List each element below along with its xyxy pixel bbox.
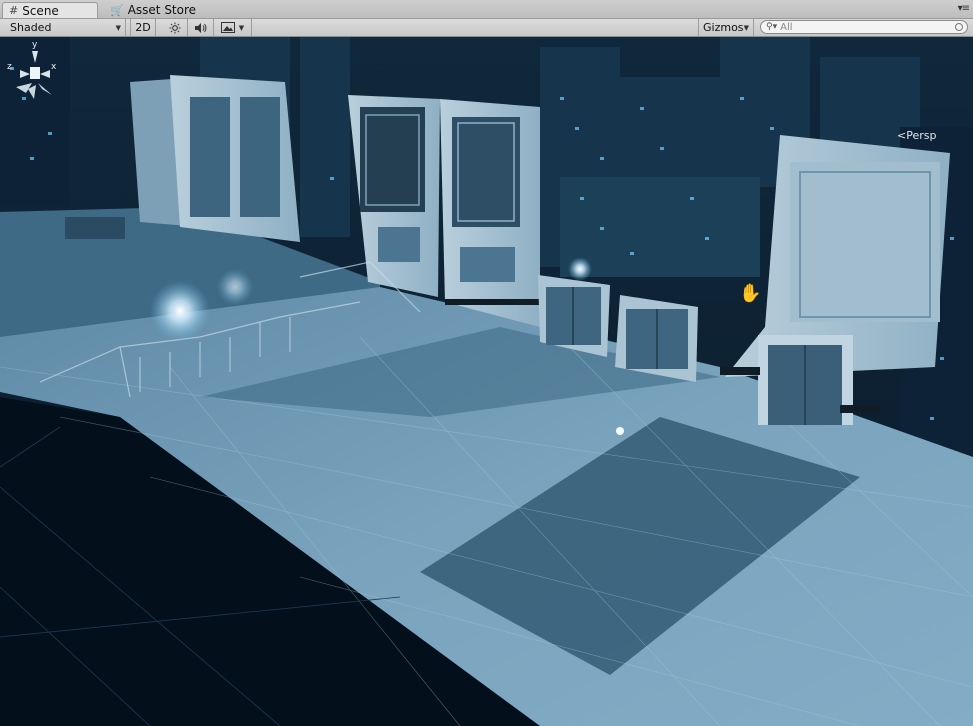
gizmo-x-label: x <box>51 62 57 72</box>
panel-menu-icon[interactable]: ▾≡ <box>958 3 970 14</box>
projection-label: Persp <box>906 129 937 142</box>
tab-asset-store[interactable]: 🛒 Asset Store <box>104 2 214 18</box>
gizmo-z-label: z <box>7 62 12 72</box>
render-mode-dropdown[interactable]: Shaded ▼ <box>0 19 126 36</box>
gizmos-dropdown[interactable]: Gizmos ▼ <box>698 19 754 36</box>
grid-icon: # <box>9 4 19 17</box>
sun-icon <box>169 22 180 33</box>
clear-search-icon[interactable] <box>955 23 963 31</box>
gizmo-y-cone[interactable] <box>32 51 38 63</box>
gizmo-z-cone[interactable] <box>20 70 30 78</box>
store-bag-icon: 🛒 <box>110 3 124 17</box>
speaker-icon <box>194 22 206 33</box>
scene-viewport[interactable]: y x z <Persp ✋ <box>0 37 973 726</box>
chevron-down-icon: ▼ <box>743 23 749 32</box>
tab-scene-label: Scene <box>22 3 59 18</box>
chevron-down-icon: ▼ <box>115 23 121 32</box>
hierarchy-search-field[interactable]: ⚲▾ <box>760 20 968 34</box>
toggle-2d-button[interactable]: 2D <box>130 19 156 36</box>
tab-asset-store-label: Asset Store <box>127 3 197 17</box>
scene-render <box>0 37 973 726</box>
audio-toggle-button[interactable] <box>188 19 214 36</box>
render-mode-value: Shaded <box>10 21 52 34</box>
orientation-gizmo[interactable]: y x z <box>0 37 70 109</box>
scene-toolbar: Shaded ▼ 2D ▼ Gizmos ▼ ⚲▾ All <box>0 19 973 37</box>
toggle-2d-label: 2D <box>135 21 151 34</box>
search-icon: ⚲▾ <box>766 22 778 32</box>
gizmo-y-label: y <box>32 40 38 50</box>
projection-toggle[interactable]: <Persp <box>897 129 936 142</box>
image-icon <box>220 22 235 33</box>
search-input[interactable] <box>777 21 955 33</box>
window-tab-bar: # Scene 🛒 Asset Store ▾≡ <box>0 0 973 19</box>
hand-cursor-icon: ✋ <box>739 283 762 304</box>
tab-scene[interactable]: # Scene <box>2 2 98 18</box>
effects-dropdown-button[interactable]: ▼ <box>214 19 252 36</box>
lighting-toggle-button[interactable] <box>162 19 188 36</box>
gizmos-label: Gizmos <box>703 21 744 34</box>
gizmo-x-cone[interactable] <box>40 70 50 78</box>
chevron-down-icon: ▼ <box>238 23 245 32</box>
